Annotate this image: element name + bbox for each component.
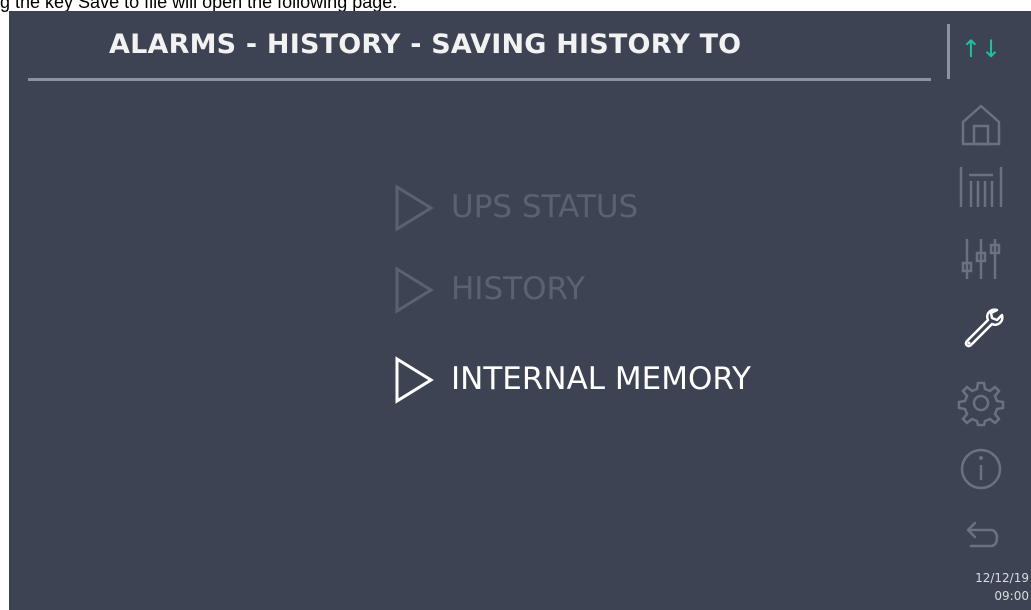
back-arrow-icon[interactable]: [957, 512, 1005, 560]
status-date: 12/12/19: [975, 571, 1029, 585]
menu-item-label: INTERNAL MEMORY: [451, 361, 751, 397]
status-datetime: 12/12/19 09:00: [949, 569, 1029, 605]
header-vertical-divider: [947, 24, 950, 79]
home-icon[interactable]: [957, 100, 1005, 148]
ups-display-screen: ALARMS - HISTORY - SAVING HISTORY TO ↑↓ …: [9, 11, 1031, 610]
play-triangle-icon: [395, 184, 434, 232]
wrench-icon[interactable]: [957, 304, 1005, 352]
measurements-icon[interactable]: [957, 163, 1005, 211]
play-triangle-icon: [395, 356, 434, 404]
info-icon[interactable]: [957, 445, 1005, 493]
title-divider: [28, 78, 931, 81]
controls-icon[interactable]: [957, 233, 1005, 281]
status-time: 09:00: [994, 589, 1029, 603]
page-title: ALARMS - HISTORY - SAVING HISTORY TO: [109, 29, 742, 60]
menu-item-label: HISTORY: [451, 271, 585, 307]
menu-item-label: UPS STATUS: [451, 189, 639, 225]
up-down-arrows-icon[interactable]: ↑↓: [957, 29, 1005, 69]
play-triangle-icon: [395, 266, 434, 314]
settings-gear-icon[interactable]: [957, 379, 1005, 427]
